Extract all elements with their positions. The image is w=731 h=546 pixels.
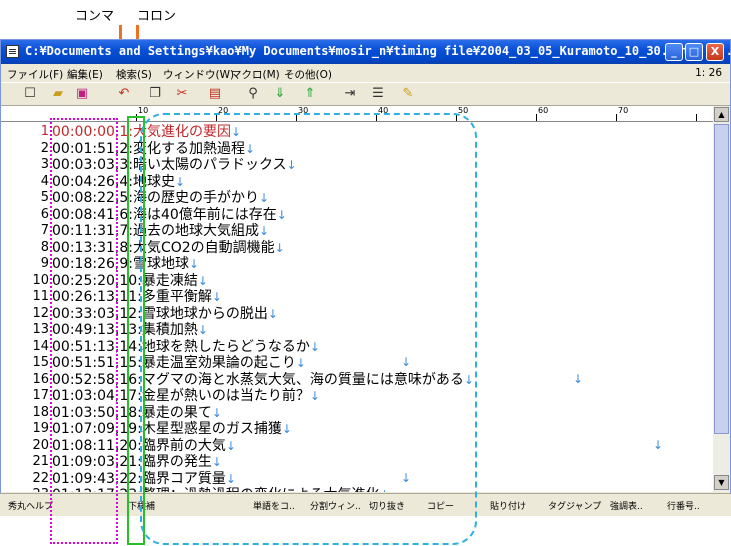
line-number: 18 (32, 404, 49, 420)
scroll-down-button[interactable]: ▼ (714, 475, 729, 490)
undo-icon[interactable]: ↶ (115, 86, 133, 102)
fkey-tag-jump[interactable]: タグジャンプ (548, 499, 601, 512)
copy-icon[interactable]: ❐ (146, 86, 164, 102)
window-title: C:¥Documents and Settings¥kao¥My Documen… (25, 44, 731, 58)
line-number: 4 (40, 173, 49, 189)
colon-annotation-label: コロン (137, 9, 177, 24)
fkey-paste[interactable]: 貼り付け (490, 499, 526, 512)
fkey-help[interactable]: 秀丸ヘルプ (8, 499, 53, 512)
newline-mark: ↓ (653, 437, 664, 452)
ruler-tick (536, 114, 537, 121)
line-number: 8 (40, 239, 49, 255)
search-up-icon[interactable]: ⇑ (301, 86, 319, 102)
fkey-emphasis[interactable]: 強調表.. (610, 499, 643, 512)
line-number: 13 (32, 322, 49, 337)
open-folder-icon[interactable]: ▰ (49, 86, 67, 102)
menu-bar: ファイル(F) 編集(E) 検索(S) ウィンドウ(W) マクロ(M) その他(… (1, 64, 730, 82)
timestamp-highlight-box (50, 118, 118, 544)
comma-annotation-label: コンマ (75, 9, 115, 24)
maximize-button[interactable]: □ (685, 43, 703, 61)
menu-search[interactable]: 検索(S) (116, 67, 152, 82)
line-number: 15 (32, 355, 49, 370)
highlight-icon[interactable]: ✎ (399, 86, 417, 102)
minimize-button[interactable]: _ (665, 43, 683, 61)
menu-edit[interactable]: 編集(E) (67, 67, 103, 82)
document-icon (6, 45, 19, 58)
line-number: 3 (40, 157, 49, 172)
ruler-mark: 10 (138, 106, 149, 115)
fkey-line-number[interactable]: 行番号.. (667, 499, 700, 512)
line-number: 10 (32, 272, 49, 288)
ruler-tick (696, 114, 697, 121)
line-number: 16 (32, 371, 49, 387)
menu-macro[interactable]: マクロ(M) (231, 67, 280, 82)
split-icon[interactable]: ☰ (369, 86, 387, 102)
search-icon[interactable]: ⚲ (244, 86, 262, 102)
line-number: 12 (32, 305, 49, 321)
menu-file[interactable]: ファイル(F) (7, 67, 63, 82)
ruler-mark: 60 (538, 106, 549, 115)
line-number: 21 (32, 454, 49, 469)
search-down-icon[interactable]: ⇓ (271, 86, 289, 102)
menu-other[interactable]: その他(O) (284, 67, 332, 82)
scroll-up-button[interactable]: ▲ (714, 107, 729, 122)
line-number: 1 (40, 124, 49, 139)
line-number: 6 (40, 206, 49, 222)
close-button[interactable]: X (706, 43, 724, 61)
ruler-tick (616, 114, 617, 121)
line-number: 7 (40, 223, 49, 238)
line-number: 19 (32, 421, 49, 436)
paste-icon[interactable]: ▤ (206, 86, 224, 102)
line-number: 22 (32, 470, 49, 486)
title-bar[interactable]: C:¥Documents and Settings¥kao¥My Documen… (1, 40, 731, 64)
scroll-thumb[interactable] (714, 124, 729, 434)
save-icon[interactable]: ▣ (73, 86, 91, 102)
vertical-scrollbar[interactable]: ▲ ▼ (713, 106, 730, 492)
line-number: 5 (40, 190, 49, 205)
toolbar: ☐ ▰ ▣ ↶ ❐ ✂ ▤ ⚲ ⇓ ⇑ ⇥ ☰ ✎ (1, 82, 730, 106)
line-number: 17 (32, 388, 49, 403)
cut-icon[interactable]: ✂ (173, 86, 191, 102)
line-number: 14 (32, 338, 49, 354)
menu-window[interactable]: ウィンドウ(W) (163, 67, 234, 82)
tag-jump-icon[interactable]: ⇥ (341, 86, 359, 102)
newline-mark: ↓ (573, 371, 584, 386)
line-number: 2 (40, 140, 49, 156)
cursor-position: 1: 26 (695, 67, 722, 79)
new-file-icon[interactable]: ☐ (21, 86, 39, 102)
title-highlight-box (140, 113, 477, 545)
line-number: 20 (32, 437, 49, 453)
line-number: 11 (32, 289, 49, 304)
line-number: 9 (40, 256, 49, 271)
ruler-mark: 70 (618, 106, 629, 115)
